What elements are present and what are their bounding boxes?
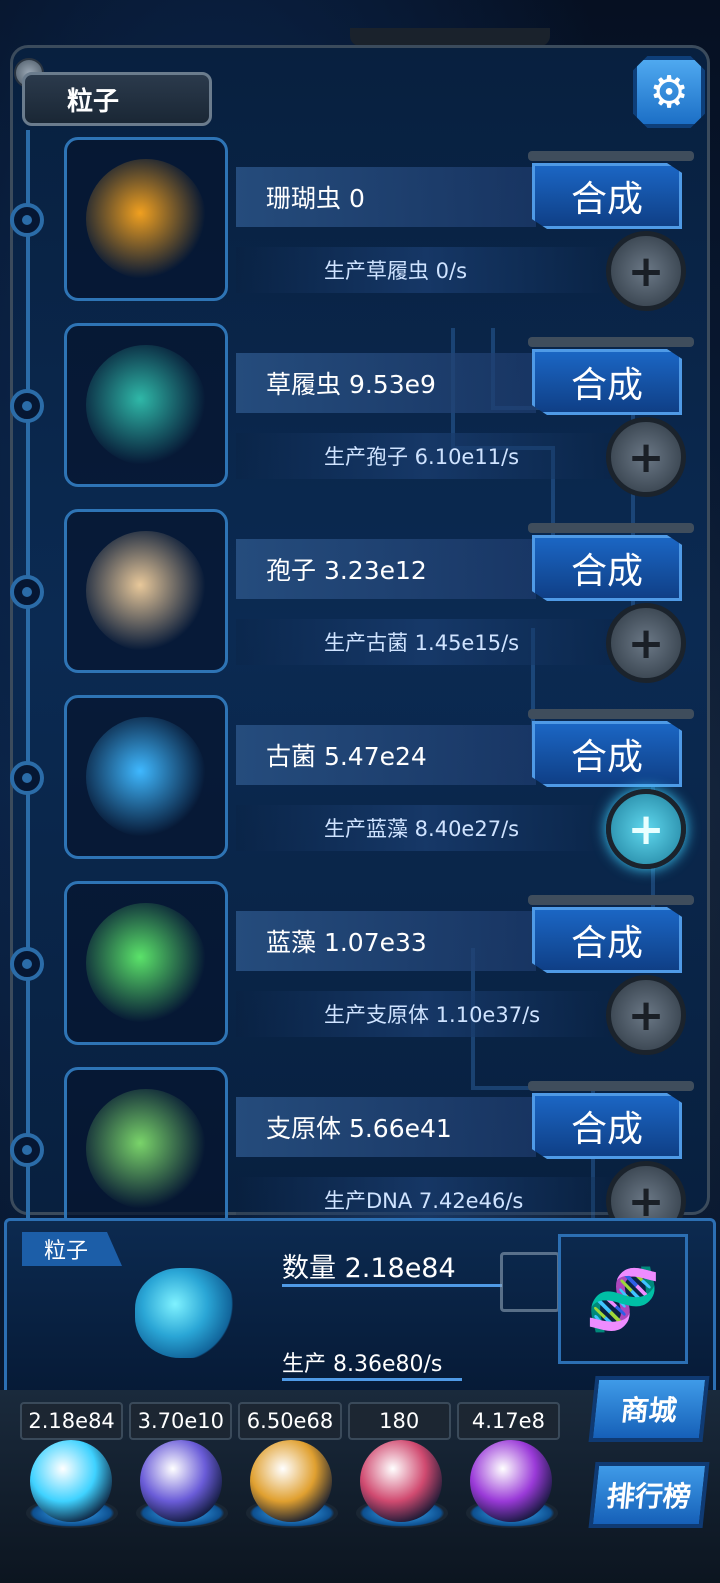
item-name: 蓝藻 1.07e33 <box>236 911 536 971</box>
item-production: 生产蓝藻 8.40e27/s <box>236 805 616 851</box>
settings-button[interactable]: ⚙ <box>633 56 705 128</box>
synthesize-button[interactable]: 合成 <box>532 1093 682 1159</box>
upgrade-button[interactable]: + <box>606 975 686 1055</box>
creature-icon <box>86 1089 206 1209</box>
upgrade-button[interactable]: + <box>606 789 686 869</box>
plus-icon: + <box>627 803 665 855</box>
synthesize-button[interactable]: 合成 <box>532 349 682 415</box>
item-production: 生产古菌 1.45e15/s <box>236 619 616 665</box>
galaxy-orb[interactable] <box>250 1440 332 1522</box>
synthesize-button[interactable]: 合成 <box>532 721 682 787</box>
plus-icon: + <box>627 989 665 1041</box>
creature-card <box>64 881 228 1045</box>
dna-icon: 🧬 <box>558 1234 688 1364</box>
lightning-orb[interactable] <box>140 1440 222 1522</box>
item-name: 草履虫 9.53e9 <box>236 353 536 413</box>
button-slot <box>528 709 694 719</box>
resource-value: 4.17e8 <box>456 1402 561 1440</box>
button-slot <box>528 523 694 533</box>
creature-icon <box>86 345 206 465</box>
divider <box>282 1284 502 1287</box>
vortex-orb[interactable] <box>470 1440 552 1522</box>
item-production: 生产草履虫 0/s <box>236 247 616 293</box>
resource-value: 180 <box>347 1402 451 1440</box>
creature-card <box>64 509 228 673</box>
upgrade-button[interactable]: + <box>606 417 686 497</box>
synthesize-button[interactable]: 合成 <box>532 907 682 973</box>
list-item: 孢子 3.23e12 合成生产古菌 1.45e15/s + <box>0 509 720 683</box>
list-item: 蓝藻 1.07e33 合成生产支原体 1.10e37/s + <box>0 881 720 1055</box>
creature-icon <box>86 717 206 837</box>
button-slot <box>528 895 694 905</box>
gear-icon: ⚙ <box>649 66 689 118</box>
creature-icon <box>86 159 206 279</box>
chemical-structure-icon <box>500 1252 560 1312</box>
resource-value: 2.18e84 <box>20 1402 124 1440</box>
list-item: 珊瑚虫 0 合成生产草履虫 0/s + <box>0 137 720 311</box>
shop-button[interactable]: 商城 <box>588 1376 710 1442</box>
resource-value: 6.50e68 <box>238 1402 342 1440</box>
item-name: 古菌 5.47e24 <box>236 725 536 785</box>
creature-card <box>64 323 228 487</box>
resource-strip: 2.18e84 3.70e10 6.50e68 180 4.17e8 <box>20 1402 561 1440</box>
particle-molecule-icon <box>135 1268 235 1358</box>
list-item: 草履虫 9.53e9 合成生产孢子 6.10e11/s + <box>0 323 720 497</box>
item-production: 生产DNA 7.42e46/s <box>236 1177 616 1223</box>
list-item: 古菌 5.47e24 合成生产蓝藻 8.40e27/s + <box>0 695 720 869</box>
upgrade-button[interactable]: + <box>606 231 686 311</box>
resource-value: 3.70e10 <box>129 1402 233 1440</box>
plus-icon: + <box>627 431 665 483</box>
item-name: 孢子 3.23e12 <box>236 539 536 599</box>
creature-card <box>64 137 228 301</box>
divider <box>282 1378 462 1381</box>
creature-icon <box>86 903 206 1023</box>
leaderboard-button[interactable]: 排行榜 <box>588 1462 710 1528</box>
top-notch <box>350 28 550 46</box>
item-name: 支原体 5.66e41 <box>236 1097 536 1157</box>
creature-card <box>64 695 228 859</box>
upgrade-button[interactable]: + <box>606 603 686 683</box>
list-item: 支原体 5.66e41 合成 生产DNA 7.42e46/s + <box>0 1067 720 1241</box>
summary-tag: 粒子 <box>22 1232 122 1266</box>
particle-orb[interactable] <box>30 1440 112 1522</box>
summary-count: 数量 2.18e84 <box>282 1253 456 1284</box>
item-production: 生产支原体 1.10e37/s <box>236 991 616 1037</box>
button-slot <box>528 337 694 347</box>
brain-orb[interactable] <box>360 1440 442 1522</box>
page-title: 粒子 <box>22 72 212 126</box>
synthesize-button[interactable]: 合成 <box>532 163 682 229</box>
creature-icon <box>86 531 206 651</box>
item-name: 珊瑚虫 0 <box>236 167 536 227</box>
button-slot <box>528 1081 694 1091</box>
button-slot <box>528 151 694 161</box>
plus-icon: + <box>627 617 665 669</box>
plus-icon: + <box>627 245 665 297</box>
summary-production: 生产 8.36e80/s <box>282 1352 443 1377</box>
item-production: 生产孢子 6.10e11/s <box>236 433 616 479</box>
synthesize-button[interactable]: 合成 <box>532 535 682 601</box>
creature-card <box>64 1067 228 1231</box>
